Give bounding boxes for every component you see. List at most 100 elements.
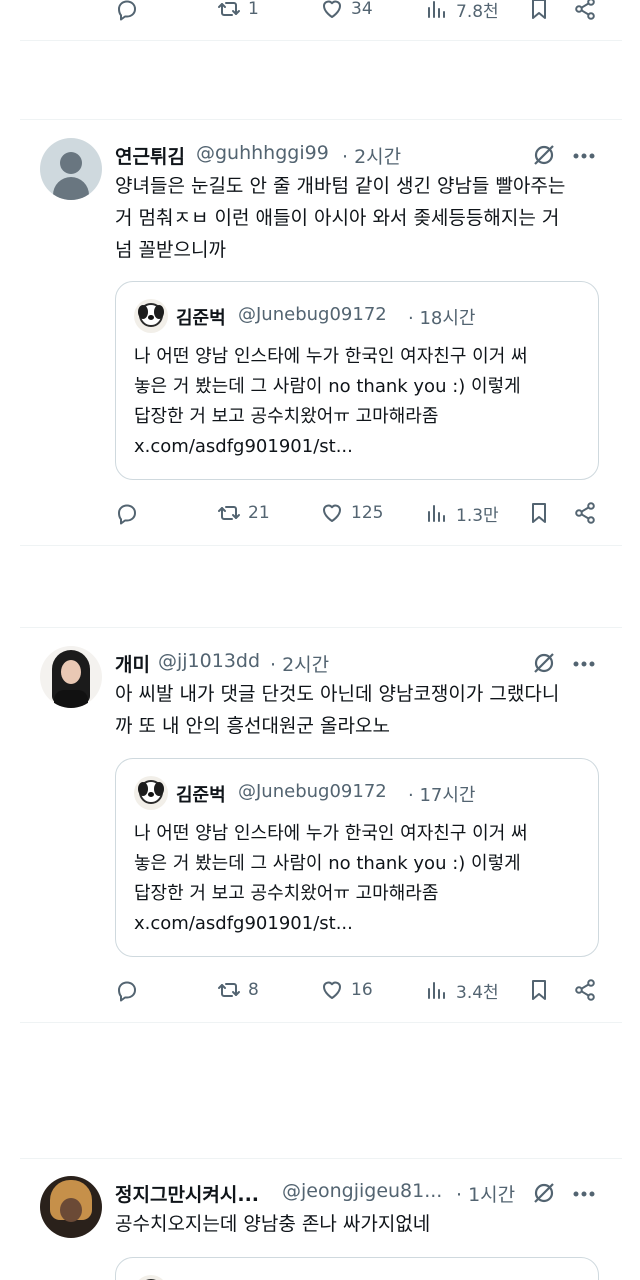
views-button[interactable]: 1.3만 [424, 498, 499, 528]
heart-icon [323, 504, 341, 522]
retweet-count: 21 [248, 503, 270, 523]
quote-avatar [134, 1275, 168, 1280]
heart-icon [323, 981, 341, 999]
divider [20, 1158, 622, 1159]
retweet-icon [218, 506, 240, 520]
tweet-actions: 8 16 3.4천 [114, 975, 604, 1005]
retweet-count: 1 [248, 0, 259, 19]
tweet-time[interactable]: · 1시간 [456, 1180, 515, 1207]
like-count: 125 [351, 503, 384, 523]
quote-text: 나 어떤 양남 인스타에 누가 한국인 여자친구 이거 써 놓은 거 봤는데 그… [134, 342, 584, 462]
tweet-line: 아 씨발 내가 댓글 단것도 아닌데 양남코쟁이가 그랬다니 [115, 683, 560, 705]
divider [20, 627, 622, 628]
share-button[interactable] [572, 498, 598, 528]
quote-card[interactable]: 김준벅 @Junebug09172 · 17시간 나 어떤 양남 인스타에 누가… [115, 758, 599, 957]
tweet-line: 넘 꼴받으니까 [115, 239, 226, 261]
bookmark-icon [532, 503, 546, 523]
views-icon [428, 505, 445, 522]
like-button[interactable]: 34 [319, 0, 373, 24]
share-icon [575, 979, 595, 1001]
grok-icon[interactable] [530, 1179, 558, 1207]
retweet-button[interactable]: 1 [216, 0, 259, 24]
retweet-button[interactable]: 21 [216, 498, 270, 528]
like-button[interactable]: 16 [319, 975, 373, 1005]
share-button[interactable] [572, 0, 598, 24]
tweet-time[interactable]: · 2시간 [342, 142, 401, 169]
tweet-line: 까 또 내 안의 흥선대원군 올라오노 [115, 715, 390, 737]
divider [20, 1022, 622, 1023]
avatar[interactable] [40, 646, 102, 708]
quote-link[interactable]: x.com/asdfg901901/st... [134, 432, 584, 462]
quote-line: 놓은 거 봤는데 그 사람이 no thank you :) 이렇게 [134, 853, 521, 874]
views-count: 7.8천 [456, 1, 499, 22]
quote-time: · 18시간 [408, 308, 476, 329]
quote-line: 놓은 거 봤는데 그 사람이 no thank you :) 이렇게 [134, 376, 521, 397]
like-count: 16 [351, 980, 373, 1000]
like-count: 34 [351, 0, 373, 19]
quote-link[interactable]: x.com/asdfg901901/st... [134, 909, 584, 939]
author-handle[interactable]: @jeongjigeu81... [282, 1180, 442, 1202]
views-icon [428, 1, 445, 18]
tweet-text: 양녀들은 눈길도 안 줄 개바텀 같이 생긴 양남들 빨아주는 거 멈춰ㅈㅂ 이… [115, 170, 615, 266]
avatar[interactable] [40, 1176, 102, 1238]
divider [20, 40, 622, 41]
tweet-time[interactable]: · 2시간 [270, 650, 329, 677]
top-tweet-actions: 1 34 7.8천 [114, 0, 604, 24]
bookmark-icon [532, 0, 546, 19]
tweet-text: 아 씨발 내가 댓글 단것도 아닌데 양남코쟁이가 그랬다니 까 또 내 안의 … [115, 678, 620, 742]
quote-line: 답장한 거 보고 공수치왔어ㅠ 고마해라좀 [134, 406, 439, 427]
author-name[interactable]: 정지그만시켜시... [115, 1180, 259, 1207]
tweet-line: 양녀들은 눈길도 안 줄 개바텀 같이 생긴 양남들 빨아주는 [115, 175, 566, 197]
reply-icon [118, 504, 136, 525]
like-button[interactable]: 125 [319, 498, 383, 528]
quote-avatar [134, 299, 168, 333]
tweet-text: 공수치오지는데 양남충 존나 싸가지없네 [115, 1208, 615, 1240]
share-icon [575, 502, 595, 524]
retweet-icon [218, 2, 240, 16]
grok-icon[interactable] [530, 649, 558, 677]
quote-card[interactable]: 김준벅 @Junebug09172 · 18시간 나 어떤 양남 인스타에 누가… [115, 281, 599, 480]
author-name[interactable]: 개미 [115, 650, 150, 677]
quote-author-name: 김준벅 [176, 308, 226, 329]
bookmark-icon [532, 980, 546, 1000]
quote-author-handle: @Junebug09172 [238, 304, 387, 325]
share-icon [575, 0, 595, 20]
more-icon[interactable] [570, 650, 598, 678]
author-name[interactable]: 연근튀김 [115, 142, 185, 169]
reply-button[interactable] [114, 0, 140, 24]
bookmark-button[interactable] [526, 0, 552, 24]
heart-icon [323, 0, 341, 18]
retweet-button[interactable]: 8 [216, 975, 259, 1005]
retweet-count: 8 [248, 980, 259, 1000]
reply-button[interactable] [114, 498, 140, 528]
more-icon[interactable] [570, 1180, 598, 1208]
author-handle[interactable]: @guhhhggi99 [196, 142, 329, 164]
avatar[interactable] [40, 138, 102, 200]
quote-avatar [134, 776, 168, 810]
reply-icon [118, 0, 136, 21]
bookmark-button[interactable] [526, 498, 552, 528]
quote-author-name: 김준벅 [176, 785, 226, 806]
tweet-line: 거 멈춰ㅈㅂ 이런 애들이 아시아 와서 좆세등등해지는 거 [115, 207, 560, 229]
quote-time: · 17시간 [408, 785, 476, 806]
quote-text: 나 어떤 양남 인스타에 누가 한국인 여자친구 이거 써 놓은 거 봤는데 그… [134, 819, 584, 939]
quote-line: 답장한 거 보고 공수치왔어ㅠ 고마해라좀 [134, 883, 439, 904]
tweet-line: 공수치오지는데 양남충 존나 싸가지없네 [115, 1213, 431, 1235]
more-icon[interactable] [570, 142, 598, 170]
views-button[interactable]: 3.4천 [424, 975, 499, 1005]
reply-button[interactable] [114, 975, 140, 1005]
views-button[interactable]: 7.8천 [424, 0, 499, 24]
reply-icon [118, 981, 136, 1002]
views-count: 3.4천 [456, 982, 499, 1003]
views-icon [428, 982, 445, 999]
tweet-actions: 21 125 1.3만 [114, 498, 604, 528]
share-button[interactable] [572, 975, 598, 1005]
divider [20, 119, 622, 120]
quote-card[interactable] [115, 1257, 599, 1280]
author-handle[interactable]: @jj1013dd [158, 650, 260, 672]
quote-line: 나 어떤 양남 인스타에 누가 한국인 여자친구 이거 써 [134, 823, 528, 844]
quote-author-handle: @Junebug09172 [238, 781, 387, 802]
grok-icon[interactable] [530, 141, 558, 169]
bookmark-button[interactable] [526, 975, 552, 1005]
views-count: 1.3만 [456, 505, 499, 526]
